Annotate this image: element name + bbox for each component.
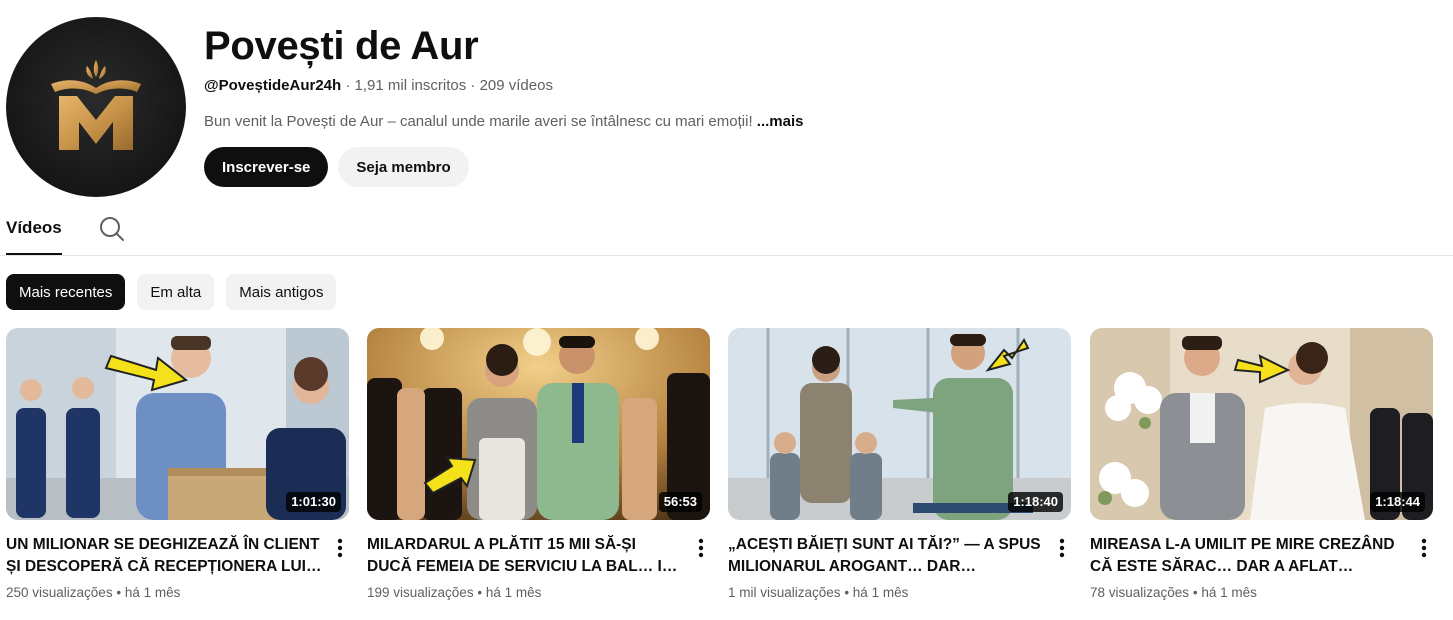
channel-meta: @PoveștideAur24h · 1,91 mil inscritos · … — [204, 76, 1104, 96]
meta-separator: • — [116, 585, 125, 600]
channel-tabs: Vídeos — [0, 205, 1453, 256]
subscriber-count: 1,91 mil inscritos — [354, 77, 467, 94]
more-link[interactable]: ...mais — [757, 113, 804, 130]
more-actions-icon[interactable] — [331, 536, 349, 560]
video-thumbnail[interactable]: 1:18:44 — [1090, 328, 1433, 520]
video-meta: 1 mil visualizações • há 1 mês — [728, 584, 1071, 602]
video-age: há 1 mês — [852, 585, 909, 600]
tab-videos[interactable]: Vídeos — [6, 217, 62, 255]
subscribe-button[interactable]: Inscrever-se — [204, 147, 329, 187]
more-actions-icon[interactable] — [692, 536, 710, 560]
description-text: Bun venit la Povești de Aur – canalul un… — [204, 113, 753, 130]
filter-chips: Mais recentes Em alta Mais antigos — [6, 274, 337, 310]
chip-mais-recentes[interactable]: Mais recentes — [6, 274, 126, 310]
video-card[interactable]: 1:01:30 UN MILIONAR SE DEGHIZEAZĂ ÎN CLI… — [6, 328, 349, 602]
more-actions-icon[interactable] — [1053, 536, 1071, 560]
video-meta: 199 visualizações • há 1 mês — [367, 584, 710, 602]
chip-mais-antigos[interactable]: Mais antigos — [226, 274, 337, 310]
more-actions-icon[interactable] — [1415, 536, 1433, 560]
meta-separator: • — [477, 585, 486, 600]
video-title[interactable]: MILARDARUL A PLĂTIT 15 MII SĂ-ȘI DUCĂ FE… — [367, 534, 685, 578]
video-title[interactable]: „ACEȘTI BĂIEȚI SUNT AI TĂI?” — A SPUS MI… — [728, 534, 1046, 578]
channel-handle[interactable]: @PoveștideAur24h — [204, 77, 341, 94]
video-duration: 1:18:40 — [1008, 492, 1063, 512]
video-title[interactable]: MIREASA L-A UMILIT PE MIRE CREZÂND CĂ ES… — [1090, 534, 1408, 578]
channel-actions: Inscrever-se Seja membro — [204, 147, 469, 187]
channel-info: Povești de Aur @PoveștideAur24h · 1,91 m… — [204, 22, 1104, 132]
meta-separator: • — [844, 585, 853, 600]
video-thumbnail[interactable]: 1:01:30 — [6, 328, 349, 520]
channel-description[interactable]: Bun venit la Povești de Aur – canalul un… — [204, 112, 1104, 132]
meta-separator: · — [470, 77, 476, 94]
video-duration: 1:01:30 — [286, 492, 341, 512]
video-title[interactable]: UN MILIONAR SE DEGHIZEAZĂ ÎN CLIENT ȘI D… — [6, 534, 324, 578]
chip-em-alta[interactable]: Em alta — [137, 274, 215, 310]
video-views: 78 visualizações — [1090, 585, 1190, 600]
meta-separator: · — [345, 77, 351, 94]
video-count: 209 vídeos — [479, 77, 553, 94]
video-thumbnail[interactable]: 1:18:40 — [728, 328, 1071, 520]
video-views: 199 visualizações — [367, 585, 474, 600]
join-button[interactable]: Seja membro — [338, 147, 469, 187]
video-card[interactable]: 56:53 MILARDARUL A PLĂTIT 15 MII SĂ-ȘI D… — [367, 328, 710, 602]
video-meta: 78 visualizações • há 1 mês — [1090, 584, 1433, 602]
video-duration: 56:53 — [658, 492, 702, 512]
video-views: 1 mil visualizações — [728, 585, 841, 600]
video-duration: 1:18:44 — [1370, 492, 1425, 512]
search-icon[interactable] — [98, 215, 126, 243]
video-views: 250 visualizações — [6, 585, 113, 600]
video-thumbnail[interactable]: 56:53 — [367, 328, 710, 520]
golden-book-m-logo-icon — [51, 60, 141, 150]
video-card[interactable]: 1:18:44 MIREASA L-A UMILIT PE MIRE CREZÂ… — [1090, 328, 1433, 602]
video-age: há 1 mês — [485, 585, 542, 600]
video-card[interactable]: 1:18:40 „ACEȘTI BĂIEȚI SUNT AI TĂI?” — A… — [728, 328, 1071, 602]
video-age: há 1 mês — [124, 585, 181, 600]
channel-avatar[interactable] — [6, 17, 186, 197]
video-meta: 250 visualizações • há 1 mês — [6, 584, 349, 602]
channel-title: Povești de Aur — [204, 24, 479, 68]
video-age: há 1 mês — [1201, 585, 1257, 600]
